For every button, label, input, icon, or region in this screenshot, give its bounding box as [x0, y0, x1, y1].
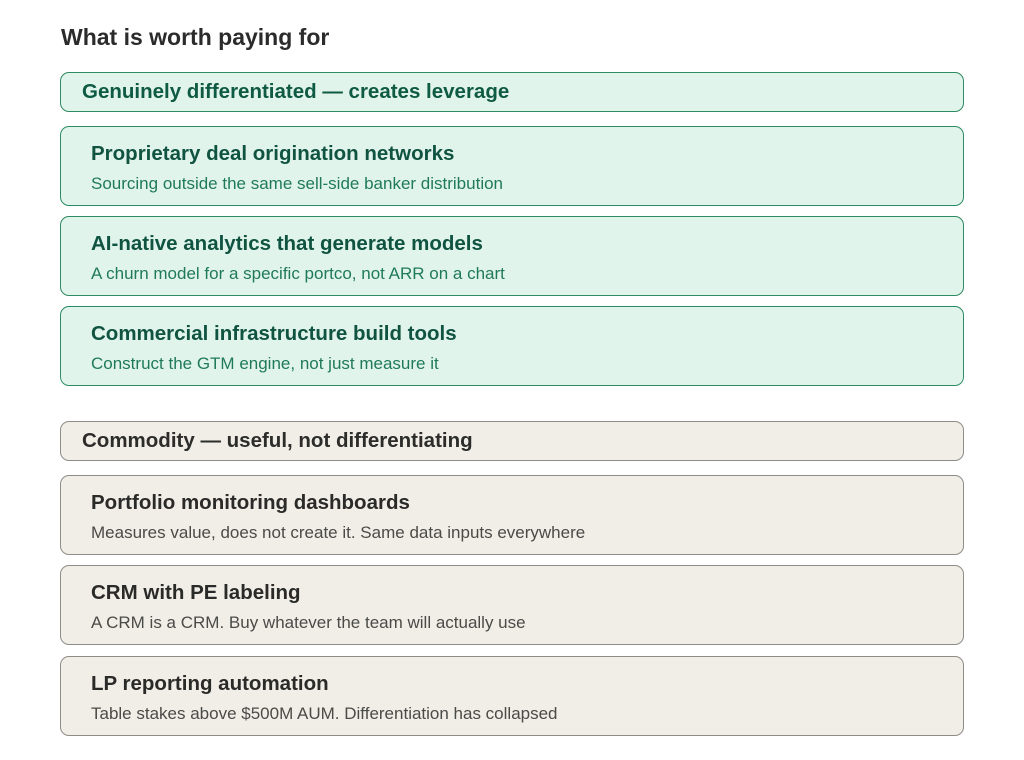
page-title: What is worth paying for — [61, 24, 330, 50]
commodity-header-label: Commodity — useful, not differentiating — [82, 429, 473, 452]
item-description: Measures value, does not create it. Same… — [91, 523, 586, 542]
item-description: A churn model for a specific portco, not… — [91, 264, 505, 283]
commodity-item: Portfolio monitoring dashboards Measures… — [60, 475, 964, 555]
differentiated-item: Proprietary deal origination networks So… — [60, 126, 964, 206]
item-description: Table stakes above $500M AUM. Differenti… — [91, 704, 558, 723]
item-title: AI-native analytics that generate models — [91, 232, 483, 255]
item-title: CRM with PE labeling — [91, 581, 301, 604]
item-title: LP reporting automation — [91, 672, 329, 695]
differentiated-item: AI-native analytics that generate models… — [60, 216, 964, 296]
commodity-header: Commodity — useful, not differentiating — [60, 421, 964, 461]
item-title: Commercial infrastructure build tools — [91, 322, 457, 345]
item-title: Portfolio monitoring dashboards — [91, 491, 410, 514]
item-title: Proprietary deal origination networks — [91, 142, 455, 165]
item-description: Sourcing outside the same sell-side bank… — [91, 174, 504, 193]
differentiated-header-label: Genuinely differentiated — creates lever… — [82, 80, 510, 103]
item-description: Construct the GTM engine, not just measu… — [91, 354, 439, 373]
commodity-item: LP reporting automation Table stakes abo… — [60, 656, 964, 736]
item-description: A CRM is a CRM. Buy whatever the team wi… — [91, 613, 526, 632]
differentiated-item: Commercial infrastructure build tools Co… — [60, 306, 964, 386]
differentiated-header: Genuinely differentiated — creates lever… — [60, 72, 964, 112]
commodity-item: CRM with PE labeling A CRM is a CRM. Buy… — [60, 565, 964, 645]
